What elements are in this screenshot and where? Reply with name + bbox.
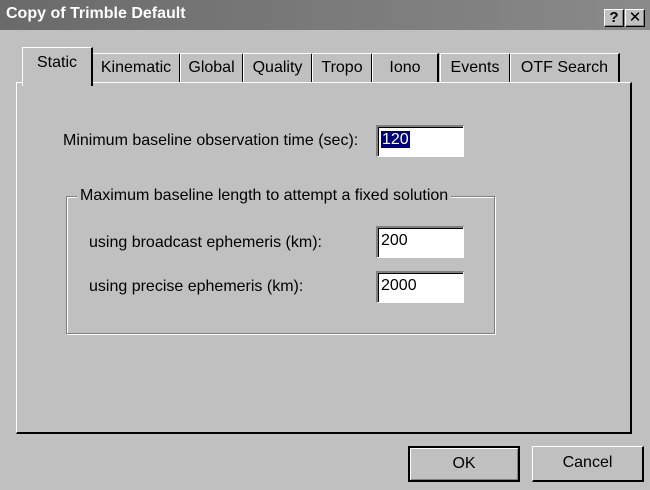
cancel-button[interactable]: Cancel [532, 446, 644, 482]
precise-ephemeris-input[interactable]: 2000 [376, 271, 464, 303]
broadcast-ephemeris-input[interactable]: 200 [376, 226, 464, 258]
tab-quality[interactable]: Quality [243, 53, 313, 83]
title-bar[interactable]: Copy of Trimble Default ? ✕ [0, 0, 650, 30]
close-button[interactable]: ✕ [625, 9, 645, 27]
tab-events[interactable]: Events [440, 53, 511, 83]
min-obs-time-label: Minimum baseline observation time (sec): [63, 132, 359, 149]
tab-iono[interactable]: Iono [372, 53, 439, 83]
tab-tropo[interactable]: Tropo [312, 53, 373, 83]
max-baseline-group-title: Maximum baseline length to attempt a fix… [77, 187, 452, 205]
help-button[interactable]: ? [604, 9, 624, 27]
tab-kinematic[interactable]: Kinematic [92, 53, 181, 83]
help-icon: ? [609, 9, 619, 26]
min-obs-time-input[interactable]: 120 [376, 125, 464, 157]
max-baseline-groupbox [66, 196, 495, 334]
tab-static[interactable]: Static [22, 47, 93, 86]
dialog-window: Copy of Trimble Default ? ✕ Static Kinem… [0, 0, 650, 490]
ok-button[interactable]: OK [408, 446, 520, 482]
precise-ephemeris-label: using precise ephemeris (km): [89, 278, 304, 295]
tab-panel-static: Minimum baseline observation time (sec):… [16, 82, 632, 434]
window-title: Copy of Trimble Default [6, 5, 186, 22]
tab-otf-search[interactable]: OTF Search [510, 53, 620, 83]
tab-global[interactable]: Global [180, 53, 244, 83]
close-icon: ✕ [628, 9, 642, 26]
min-obs-time-value: 120 [381, 131, 410, 148]
broadcast-ephemeris-label: using broadcast ephemeris (km): [89, 234, 322, 251]
